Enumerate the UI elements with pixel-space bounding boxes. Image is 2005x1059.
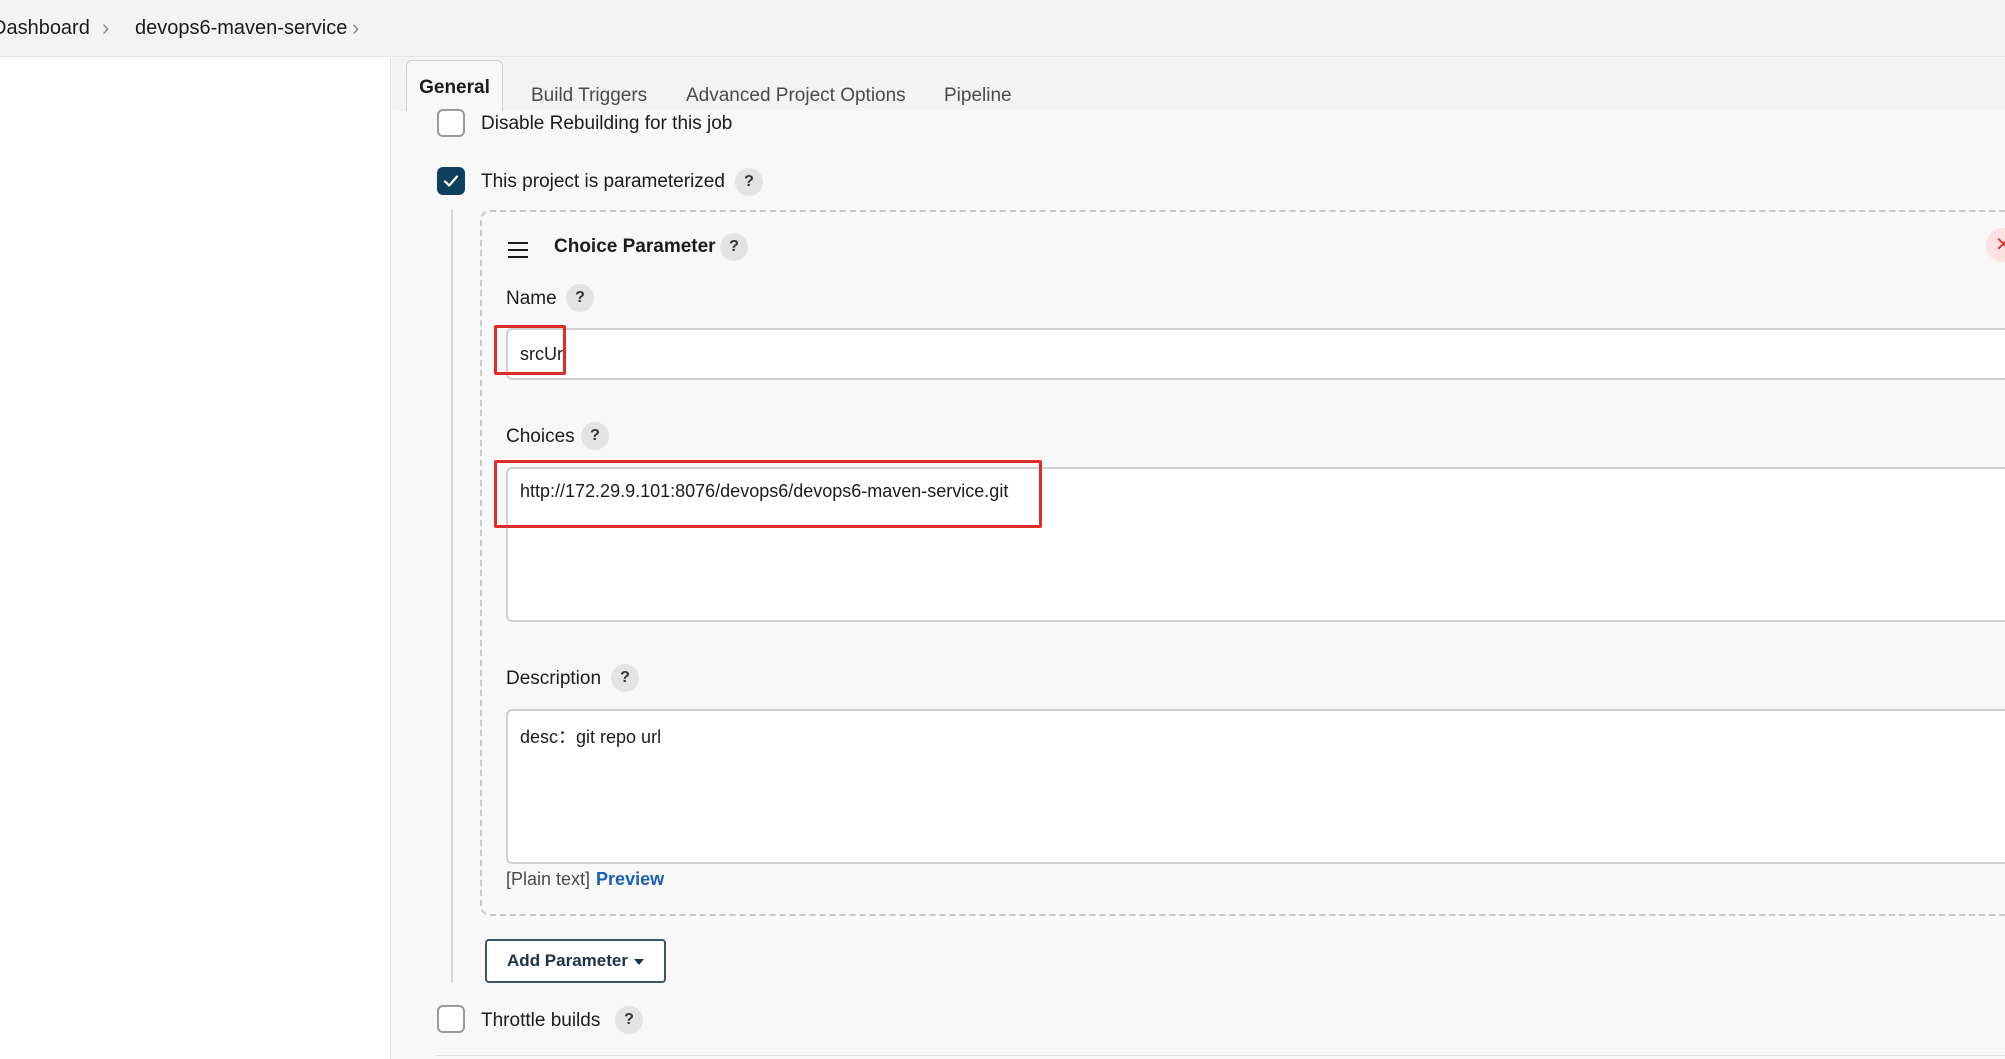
throttle-builds-checkbox[interactable] [437, 1005, 465, 1033]
help-icon[interactable]: ? [615, 1006, 643, 1034]
help-icon[interactable]: ? [720, 233, 748, 261]
chevron-right-icon: › [102, 15, 110, 40]
add-parameter-label: Add Parameter [507, 951, 628, 970]
disable-rebuilding-checkbox[interactable] [437, 109, 465, 137]
parameterized-label: This project is parameterized [481, 171, 725, 192]
tab-general[interactable]: General [406, 60, 503, 111]
chevron-right-icon[interactable]: › [352, 15, 359, 41]
name-label: Name [506, 288, 557, 309]
tab-build-triggers[interactable]: Build Triggers [531, 85, 647, 107]
tab-advanced-project-options[interactable]: Advanced Project Options [686, 85, 906, 107]
throttle-builds-label: Throttle builds [481, 1010, 601, 1031]
delete-parameter-icon[interactable]: ✕ [1986, 228, 2005, 262]
help-icon[interactable]: ? [581, 422, 609, 450]
drag-handle-icon[interactable] [508, 242, 528, 258]
parameter-title: Choice Parameter [554, 236, 716, 257]
format-note: [Plain text] Preview [506, 869, 664, 890]
check-icon [443, 175, 459, 187]
config-tabs: General Build Triggers Advanced Project … [392, 58, 2005, 111]
plain-text-label: [Plain text] [506, 869, 591, 889]
breadcrumb-dashboard[interactable]: Dashboard [0, 17, 90, 40]
choices-textarea[interactable] [506, 467, 2005, 622]
nesting-rule [451, 210, 453, 982]
tab-pipeline[interactable]: Pipeline [944, 85, 1012, 107]
side-panel [0, 58, 391, 1059]
caret-down-icon [633, 958, 644, 965]
help-icon[interactable]: ? [735, 168, 763, 196]
help-icon[interactable]: ? [611, 664, 639, 692]
description-label: Description [506, 668, 602, 689]
preview-link[interactable]: Preview [596, 869, 664, 889]
description-textarea[interactable] [506, 709, 2005, 864]
help-icon[interactable]: ? [566, 284, 594, 312]
name-input[interactable] [506, 328, 2005, 380]
divider [435, 1055, 2005, 1056]
add-parameter-button[interactable]: Add Parameter [485, 939, 666, 983]
breadcrumb: Dashboard › devops6-maven-service › [0, 0, 2005, 57]
choices-label: Choices [506, 426, 575, 447]
choice-parameter-card: Choice Parameter ? ✕ Name ? Choices ? De… [480, 210, 2005, 916]
parameterized-checkbox[interactable] [437, 167, 465, 195]
breadcrumb-job[interactable]: devops6-maven-service [135, 17, 347, 40]
disable-rebuilding-label: Disable Rebuilding for this job [481, 113, 733, 134]
